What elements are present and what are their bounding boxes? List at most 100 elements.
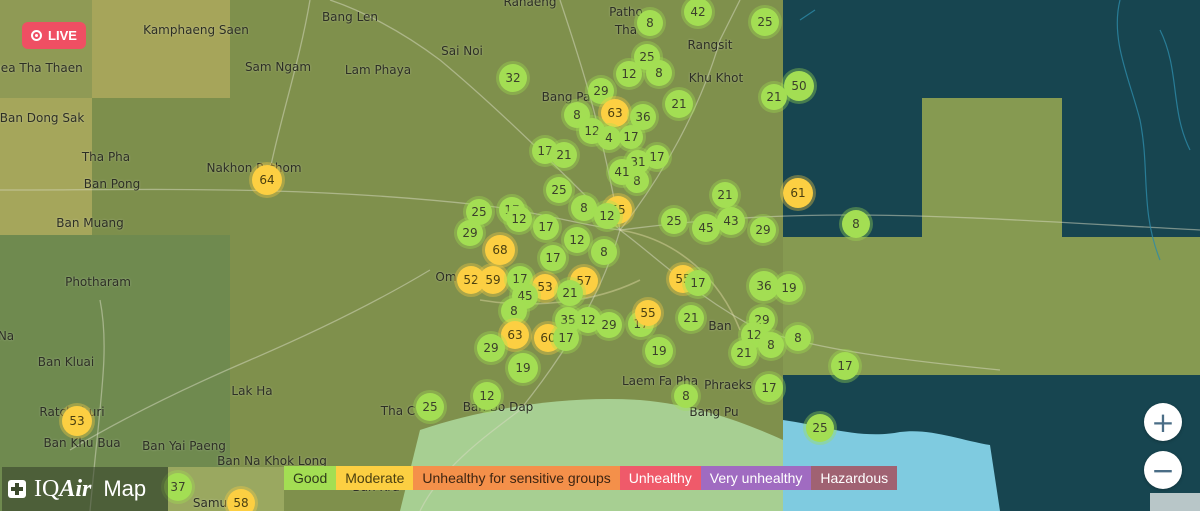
aqi-marker[interactable]: 29 xyxy=(457,220,483,246)
place-label: Sam Ngam xyxy=(244,60,312,74)
aqi-marker[interactable]: 29 xyxy=(477,334,505,362)
aqi-marker[interactable]: 12 xyxy=(473,382,501,410)
place-label: Phraeks xyxy=(704,378,752,392)
aqi-marker[interactable]: 21 xyxy=(678,305,704,331)
place-label: Photharam xyxy=(65,275,131,289)
iqair-brand[interactable]: IQAir Map xyxy=(2,467,168,511)
place-label: Kamphaeng Saen xyxy=(143,23,249,37)
aqi-marker[interactable]: 12 xyxy=(594,203,620,229)
minus-icon: − xyxy=(1151,453,1175,487)
aqi-marker[interactable]: 55 xyxy=(635,300,661,326)
aqi-marker[interactable]: 8 xyxy=(637,10,663,36)
place-label: Tha C xyxy=(380,404,416,418)
brand-name-italic: Air xyxy=(59,475,92,502)
live-icon xyxy=(31,30,43,41)
aqi-marker[interactable]: 43 xyxy=(717,207,745,235)
aqi-marker[interactable]: 25 xyxy=(546,177,572,203)
brand-name-prefix: IQ xyxy=(34,475,60,502)
aqi-marker[interactable]: 12 xyxy=(564,227,590,253)
aqi-marker[interactable]: 63 xyxy=(501,321,529,349)
aqi-marker[interactable]: 17 xyxy=(553,325,579,351)
aqi-marker[interactable]: 19 xyxy=(645,337,673,365)
place-label: Khu Khot xyxy=(688,71,744,85)
aqi-marker[interactable]: 37 xyxy=(164,473,192,501)
brand-name: IQAir xyxy=(34,476,91,503)
place-label: Lak Ha xyxy=(231,384,273,398)
aqi-marker[interactable]: 25 xyxy=(751,8,779,36)
place-label: Ban Dong Sak xyxy=(0,111,85,125)
aqi-marker[interactable]: 12 xyxy=(616,61,642,87)
aqi-marker[interactable]: 21 xyxy=(557,280,583,306)
aqi-marker[interactable]: 21 xyxy=(551,142,577,168)
aqi-marker[interactable]: 17 xyxy=(619,125,643,149)
place-label: Samu xyxy=(192,496,228,510)
aqi-marker[interactable]: 21 xyxy=(731,340,757,366)
aqi-marker[interactable]: 29 xyxy=(750,217,776,243)
aqi-marker[interactable]: 8 xyxy=(674,384,698,408)
aqi-marker[interactable]: 32 xyxy=(499,64,527,92)
place-label: Bang Pa xyxy=(541,90,591,104)
zoom-in-button[interactable]: + xyxy=(1144,403,1182,441)
aqi-marker[interactable]: 61 xyxy=(783,178,813,208)
place-label: Om xyxy=(435,270,457,284)
legend-good: Good xyxy=(284,466,337,490)
legend-unhealthy-sensitive: Unhealthy for sensitive groups xyxy=(413,466,620,490)
place-label: Tha xyxy=(614,23,638,37)
aqi-marker[interactable]: 17 xyxy=(533,214,559,240)
place-label: Tha Pha xyxy=(81,150,131,164)
legend-hazardous: Hazardous xyxy=(811,466,898,490)
place-label: Ban Pong xyxy=(83,177,141,191)
aqi-marker[interactable]: 25 xyxy=(661,208,687,234)
place-label: Na xyxy=(0,329,15,343)
legend-moderate: Moderate xyxy=(336,466,414,490)
aqi-marker[interactable]: 8 xyxy=(646,60,672,86)
aqi-marker[interactable]: 17 xyxy=(540,245,566,271)
aqi-marker[interactable]: 64 xyxy=(252,165,282,195)
aqi-marker[interactable]: 4 xyxy=(597,126,621,150)
aqi-marker[interactable]: 21 xyxy=(761,84,787,110)
place-label: Sai Noi xyxy=(441,44,483,58)
aqi-marker[interactable]: 17 xyxy=(685,270,711,296)
aqi-marker[interactable]: 8 xyxy=(785,325,811,351)
aqi-marker[interactable]: 25 xyxy=(416,393,444,421)
zoom-out-button[interactable]: − xyxy=(1144,451,1182,489)
aqi-marker[interactable]: 50 xyxy=(784,71,814,101)
aqi-marker[interactable]: 63 xyxy=(601,99,629,127)
aqi-marker[interactable]: 53 xyxy=(62,406,92,436)
aqi-marker[interactable]: 21 xyxy=(665,90,693,118)
aqi-marker[interactable]: 58 xyxy=(227,489,255,511)
aqi-marker[interactable]: 21 xyxy=(712,182,738,208)
plus-icon: + xyxy=(1151,405,1175,439)
aqi-marker[interactable]: 8 xyxy=(591,239,617,265)
aqi-marker[interactable]: 25 xyxy=(806,414,834,442)
air-quality-map[interactable]: Bang Len Kamphaeng Saen Sai Noi Rangsit Rana… xyxy=(0,0,1200,511)
place-label: Ranaeng xyxy=(503,0,557,9)
aqi-marker[interactable]: 41 xyxy=(609,159,635,185)
aqi-marker[interactable]: 19 xyxy=(775,274,803,302)
iqair-logo-icon xyxy=(8,480,26,498)
place-label: Ban xyxy=(708,319,732,333)
legend-unhealthy: Unhealthy xyxy=(619,466,701,490)
place-label: Lam Phaya xyxy=(344,63,412,77)
place-label: Bang Len xyxy=(321,10,379,24)
place-label: Bang Pu xyxy=(689,405,739,419)
live-label: LIVE xyxy=(48,28,77,43)
aqi-marker[interactable]: 8 xyxy=(758,332,784,358)
legend-very-unhealthy: Very unhealthy xyxy=(700,466,812,490)
aqi-marker[interactable]: 59 xyxy=(479,266,507,294)
aqi-marker[interactable]: 8 xyxy=(842,210,870,238)
place-label: Rangsit xyxy=(687,38,733,52)
aqi-marker[interactable]: 17 xyxy=(755,374,783,402)
aqi-marker[interactable]: 45 xyxy=(692,214,720,242)
place-label: Ban Kluai xyxy=(37,355,95,369)
place-label: Ban Khu Bua xyxy=(43,436,121,450)
place-label: Ban Muang xyxy=(56,216,124,230)
aqi-legend: Good Moderate Unhealthy for sensitive gr… xyxy=(284,466,898,490)
aqi-marker[interactable]: 12 xyxy=(506,206,532,232)
live-button[interactable]: LIVE xyxy=(22,22,86,49)
aqi-marker[interactable]: 68 xyxy=(485,235,515,265)
aqi-marker[interactable]: 29 xyxy=(596,312,622,338)
aqi-marker[interactable]: 19 xyxy=(508,353,538,383)
brand-map-label: Map xyxy=(103,476,147,501)
aqi-marker[interactable]: 17 xyxy=(831,352,859,380)
